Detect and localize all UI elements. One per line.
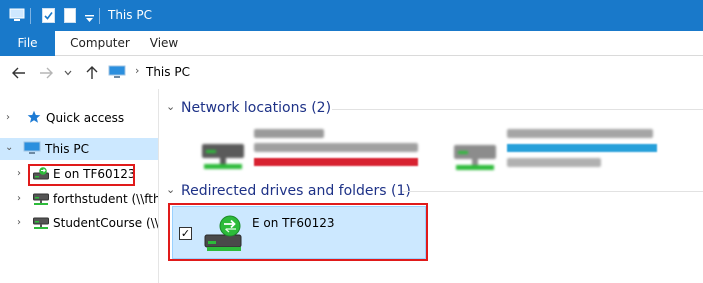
navigation-bar: › This PC: [0, 56, 703, 89]
group-header-network-locations[interactable]: Network locations (2): [181, 100, 331, 116]
chevron-right-icon[interactable]: ›: [6, 112, 10, 123]
usage-bar: [507, 144, 657, 152]
blurred-name: [507, 129, 653, 138]
highlight-box: [28, 164, 135, 186]
back-button[interactable]: [11, 65, 27, 81]
title-bar: This PC: [0, 0, 703, 31]
breadcrumb-chevron-icon[interactable]: ›: [135, 64, 139, 77]
star-icon: [27, 110, 41, 127]
pane-divider[interactable]: [158, 89, 159, 283]
up-arrow-icon: [86, 66, 98, 79]
group-divider: [332, 109, 703, 110]
tab-file[interactable]: File: [0, 31, 55, 56]
chevron-right-icon[interactable]: ›: [17, 168, 21, 179]
tab-view[interactable]: View: [149, 31, 179, 56]
chevron-right-icon[interactable]: ›: [17, 217, 21, 228]
properties-icon[interactable]: [42, 8, 55, 26]
computer-icon: [108, 65, 126, 82]
window-title: This PC: [108, 8, 152, 22]
sidebar-item-label: Quick access: [46, 111, 125, 125]
address-bar[interactable]: › This PC: [104, 61, 703, 84]
chevron-down-icon[interactable]: ⌄: [166, 100, 175, 113]
customize-toolbar-icon[interactable]: [85, 12, 94, 26]
recent-locations-button[interactable]: [60, 65, 76, 81]
ribbon: File Computer View: [0, 31, 703, 56]
breadcrumb-this-pc[interactable]: This PC: [146, 65, 190, 79]
network-location-tile[interactable]: [200, 125, 450, 173]
chevron-down-icon: [64, 70, 72, 76]
usage-bar: [254, 158, 418, 166]
blurred-path: [254, 143, 418, 152]
blurred-name: [254, 129, 324, 138]
sidebar-item-label: This PC: [45, 142, 89, 156]
group-divider: [402, 191, 703, 192]
up-button[interactable]: [84, 65, 100, 81]
network-drive-icon: [33, 216, 49, 233]
network-drive-icon: [200, 138, 246, 175]
new-folder-icon[interactable]: [64, 8, 76, 26]
tab-computer[interactable]: Computer: [70, 31, 130, 56]
chevron-down-icon[interactable]: ⌄: [166, 183, 175, 196]
chevron-down-icon[interactable]: ⌄: [5, 142, 13, 153]
title-separator: [99, 8, 100, 24]
chevron-right-icon[interactable]: ›: [17, 193, 21, 204]
sidebar-item-this-pc[interactable]: ⌄ This PC: [0, 138, 158, 160]
highlight-box: [168, 203, 428, 261]
sidebar-item-quick-access[interactable]: › Quick access: [0, 107, 158, 129]
title-separator: [30, 8, 31, 24]
computer-icon: [9, 8, 25, 25]
sidebar-item-studentcourse[interactable]: › StudentCourse (\\ft: [0, 212, 158, 234]
group-header-redirected-drives[interactable]: Redirected drives and folders (1): [181, 183, 411, 199]
forward-button[interactable]: [38, 65, 54, 81]
forward-arrow-icon: [40, 67, 53, 79]
sidebar-item-label: forthstudent (\\fthf: [53, 192, 158, 206]
back-arrow-icon: [12, 67, 25, 79]
network-location-tile[interactable]: [452, 125, 703, 173]
network-drive-icon: [33, 192, 49, 209]
sidebar-item-forthstudent[interactable]: › forthstudent (\\fthf: [0, 188, 158, 210]
blurred-free-space: [507, 158, 601, 167]
sidebar-item-label: StudentCourse (\\ft: [53, 216, 158, 230]
computer-icon: [23, 141, 41, 158]
network-drive-icon: [452, 139, 498, 176]
